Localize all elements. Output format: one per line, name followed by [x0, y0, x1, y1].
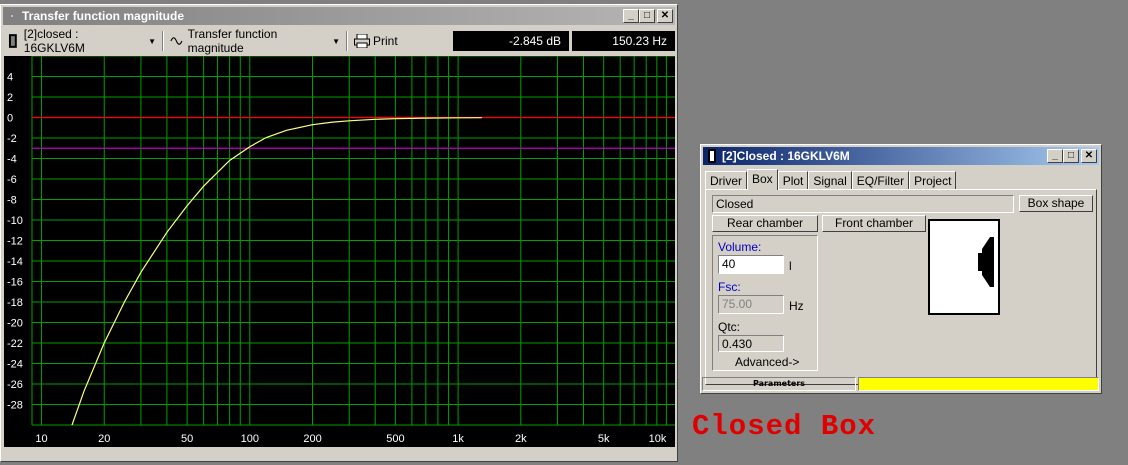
y-tick-label: -24: [7, 359, 23, 371]
closed-box-caption: Closed Box: [692, 410, 877, 443]
y-tick-label: -2: [7, 133, 17, 145]
y-tick-label: 0: [7, 113, 13, 125]
tab-driver[interactable]: Driver: [705, 171, 747, 190]
fsc-label: Fsc:: [718, 280, 741, 294]
view-selector-label: Transfer function magnitude: [187, 27, 278, 55]
status-progress: [858, 377, 1099, 391]
tab-signal[interactable]: Signal: [808, 171, 852, 190]
x-tick-label: 200: [303, 433, 321, 445]
driver-selector[interactable]: [2]closed : 16GKLV6M ▼: [4, 27, 160, 55]
box-shape-preview: [928, 219, 1000, 315]
x-tick-label: 5k: [598, 433, 610, 445]
chamber-group: Volume: 40 l Fsc: 75.00 Hz Qtc: 0.430 Ad…: [712, 235, 818, 371]
volume-input[interactable]: 40: [718, 255, 784, 274]
y-tick-label: -12: [7, 236, 23, 248]
close-button[interactable]: ✕: [657, 9, 673, 23]
y-tick-label: -16: [7, 277, 23, 289]
print-button[interactable]: Print: [350, 31, 402, 51]
x-tick-label: 20: [98, 433, 110, 445]
box-tab-panel: Closed Box shape Rear chamber Front cham…: [705, 189, 1097, 385]
y-tick-label: -6: [7, 174, 17, 186]
tab-box[interactable]: Box: [747, 169, 778, 190]
y-tick-label: -26: [7, 379, 23, 391]
view-selector[interactable]: Transfer function magnitude ▼: [166, 27, 344, 55]
minimize-button[interactable]: _: [1047, 149, 1063, 163]
hz-readout: 150.23 Hz: [572, 31, 675, 51]
db-readout: -2.845 dB: [453, 31, 569, 51]
advanced-button[interactable]: Advanced->: [735, 355, 799, 369]
volume-label: Volume:: [718, 240, 762, 254]
toolbar-separator: [162, 31, 164, 51]
y-tick-label: 4: [7, 72, 13, 84]
y-tick-label: -22: [7, 338, 23, 350]
box-type-field: Closed: [712, 195, 1014, 213]
tab-eq-filter[interactable]: EQ/Filter: [851, 171, 910, 190]
y-tick-label: -18: [7, 297, 23, 309]
dropdown-arrow-icon: ▼: [332, 36, 340, 46]
speaker-icon: [8, 34, 17, 48]
box-window: [2]Closed : 16GKLV6M _ □ ✕ Driver Box Pl…: [700, 144, 1102, 394]
plot-window-titlebar[interactable]: Transfer function magnitude _ □ ✕: [3, 7, 675, 25]
box-window-titlebar[interactable]: [2]Closed : 16GKLV6M _ □ ✕: [703, 147, 1099, 165]
toolbar-separator: [346, 31, 348, 51]
x-tick-label: 100: [241, 433, 259, 445]
y-tick-label: -4: [7, 154, 17, 166]
fsc-field: 75.00: [718, 295, 784, 314]
speaker-icon: [708, 149, 716, 163]
volume-unit: l: [789, 259, 792, 273]
front-chamber-button[interactable]: Front chamber: [822, 215, 926, 232]
x-tick-label: 10: [35, 433, 47, 445]
fsc-unit: Hz: [789, 299, 804, 313]
dropdown-arrow-icon: ▼: [148, 36, 156, 46]
close-button[interactable]: ✕: [1081, 149, 1097, 163]
x-tick-label: 50: [181, 433, 193, 445]
minimize-button[interactable]: _: [623, 9, 639, 23]
transfer-function-chart[interactable]: 420-2-4-6-8-10-12-14-16-18-20-22-24-26-2…: [4, 56, 675, 447]
rear-chamber-button[interactable]: Rear chamber: [712, 215, 818, 232]
box-window-title: [2]Closed : 16GKLV6M: [722, 149, 850, 163]
qtc-label: Qtc:: [718, 320, 741, 334]
y-tick-label: 2: [7, 92, 13, 104]
crosshair-icon: [6, 10, 18, 22]
y-tick-label: -14: [7, 256, 23, 268]
box-tabs: Driver Box Plot Signal EQ/Filter Project: [705, 169, 957, 190]
y-tick-label: -20: [7, 318, 23, 330]
print-label: Print: [373, 34, 398, 48]
x-tick-label: 1k: [452, 433, 464, 445]
x-tick-label: 2k: [515, 433, 527, 445]
tab-project[interactable]: Project: [909, 171, 957, 190]
status-parameters: Parameters: [702, 377, 856, 391]
printer-icon: [354, 34, 370, 48]
y-tick-label: -10: [7, 215, 23, 227]
response-curve-0: [71, 117, 482, 426]
sine-wave-icon: [170, 37, 183, 45]
tab-plot[interactable]: Plot: [777, 171, 809, 190]
maximize-button[interactable]: □: [1063, 149, 1079, 163]
maximize-button[interactable]: □: [639, 9, 655, 23]
y-tick-label: -28: [7, 400, 23, 412]
y-tick-label: -8: [7, 195, 17, 207]
qtc-field: 0.430: [718, 335, 784, 352]
driver-selector-label: [2]closed : 16GKLV6M: [23, 27, 85, 55]
plot-window-title: Transfer function magnitude: [22, 9, 185, 23]
x-tick-label: 500: [386, 433, 404, 445]
status-bar: Parameters: [702, 377, 1099, 391]
x-tick-label: 10k: [649, 433, 667, 445]
box-shape-button[interactable]: Box shape: [1019, 195, 1093, 212]
transfer-function-window: Transfer function magnitude _ □ ✕ [2]clo…: [0, 4, 678, 462]
